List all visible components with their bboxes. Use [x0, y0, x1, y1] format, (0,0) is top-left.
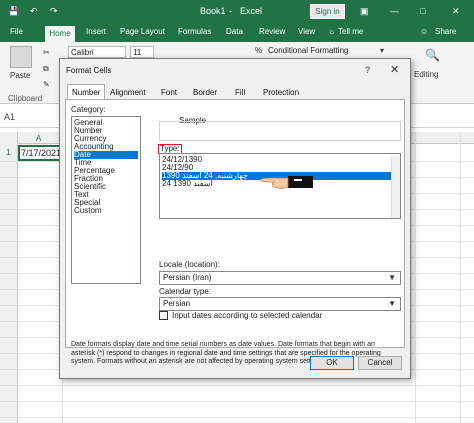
clipboard-group-label: Clipboard — [8, 94, 43, 103]
tab-fill[interactable]: Fill — [232, 86, 248, 99]
conditional-formatting-button[interactable]: Conditional Formatting — [266, 45, 376, 59]
font-name-box[interactable]: Calibri — [68, 46, 126, 58]
tab-file[interactable]: File — [10, 27, 23, 36]
search-icon[interactable]: 🔍 — [425, 48, 440, 62]
copy-icon[interactable]: ⧉ — [43, 64, 49, 74]
dropdown-arrow-icon[interactable]: ▾ — [380, 46, 384, 55]
calendar-type-value: Persian — [163, 299, 191, 308]
window-title-app: Excel — [240, 6, 263, 16]
paste-button[interactable]: Paste — [10, 71, 30, 80]
list-item[interactable]: 24/12/1390 — [162, 156, 399, 164]
sample-box — [159, 121, 401, 141]
dialog-close-icon[interactable]: ✕ — [390, 63, 399, 76]
tab-data[interactable]: Data — [226, 27, 243, 36]
format-painter-icon[interactable]: ✎ — [43, 80, 50, 89]
cut-icon[interactable]: ✂ — [43, 48, 50, 57]
cancel-button[interactable]: Cancel — [358, 356, 402, 370]
cuff-button-shape — [294, 179, 302, 181]
tab-formulas[interactable]: Formulas — [178, 27, 211, 36]
pointing-hand-icon — [259, 176, 313, 189]
minimize-icon[interactable]: — — [390, 6, 399, 16]
category-list[interactable]: General Number Currency Accounting Date … — [71, 116, 141, 284]
lightbulb-icon: ☼ — [328, 27, 336, 36]
input-dates-checkbox-label[interactable]: Input dates according to selected calend… — [172, 311, 322, 320]
row-header-bar — [0, 132, 18, 423]
help-button[interactable]: ? — [365, 65, 370, 75]
tab-insert[interactable]: Insert — [86, 27, 106, 36]
tab-review[interactable]: Review — [259, 27, 285, 36]
ok-button[interactable]: OK — [310, 356, 354, 370]
clipboard-icon[interactable] — [10, 46, 32, 68]
editing-button[interactable]: Editing — [414, 70, 438, 79]
sign-in-button[interactable]: Sign in — [310, 4, 345, 19]
window-title-separator: - — [229, 6, 232, 16]
share-button[interactable]: Share — [435, 27, 456, 36]
window-title-book: Book1 — [200, 6, 226, 16]
tab-border[interactable]: Border — [190, 86, 220, 99]
calendar-type-dropdown[interactable]: Persian ▼ — [159, 297, 401, 311]
category-label: Category: — [71, 105, 106, 114]
close-icon[interactable]: ✕ — [452, 6, 460, 17]
maximize-icon[interactable]: □ — [420, 6, 425, 16]
number-tab-panel: Category: General Number Currency Accoun… — [65, 99, 405, 365]
redo-icon[interactable]: ↷ — [50, 6, 58, 17]
column-header-a[interactable]: A — [36, 134, 41, 143]
scrollbar[interactable] — [391, 156, 400, 218]
tab-view[interactable]: View — [298, 27, 315, 36]
dialog-title: Format Cells — [66, 66, 112, 75]
list-item[interactable]: Custom — [74, 207, 138, 215]
hand-shape — [259, 177, 289, 189]
cell-a1[interactable]: 7/17/2021 — [18, 145, 62, 161]
locale-value: Persian (Iran) — [163, 273, 212, 282]
conditional-formatting-label: Conditional Formatting — [268, 46, 349, 55]
chevron-down-icon[interactable]: ▼ — [388, 272, 396, 284]
calendar-type-label: Calendar type: — [159, 287, 212, 296]
name-box[interactable]: A1 — [4, 112, 32, 126]
input-dates-checkbox[interactable] — [159, 311, 168, 320]
tab-alignment[interactable]: Alignment — [107, 86, 149, 99]
format-cells-dialog: Format Cells ? ✕ Number Alignment Font B… — [59, 58, 411, 379]
tab-page-layout[interactable]: Page Layout — [120, 27, 165, 36]
tab-font[interactable]: Font — [158, 86, 180, 99]
locale-label: Locale (location): — [159, 260, 220, 269]
locale-dropdown[interactable]: Persian (Iran) ▼ — [159, 271, 401, 285]
font-size-box[interactable]: 11 — [130, 46, 154, 58]
undo-icon[interactable]: ↶ — [30, 6, 38, 17]
tab-home[interactable]: Home — [45, 26, 75, 42]
tab-number[interactable]: Number — [67, 84, 106, 100]
tell-me-search[interactable]: Tell me — [338, 27, 363, 36]
chevron-down-icon[interactable]: ▼ — [388, 298, 396, 310]
tab-protection[interactable]: Protection — [260, 86, 302, 99]
percent-icon[interactable]: % — [255, 46, 262, 55]
ribbon-tab-bar: File Home Insert Page Layout Formulas Da… — [0, 24, 474, 42]
share-icon[interactable]: ☺ — [420, 27, 428, 36]
title-bar: 💾 ↶ ↷ Book1 - Excel Sign in ▣ — □ ✕ — [0, 0, 474, 24]
row-header-1[interactable]: 1 — [6, 148, 10, 157]
ribbon-display-icon[interactable]: ▣ — [360, 6, 369, 17]
sleeve-shape — [288, 176, 313, 188]
save-icon[interactable]: 💾 — [8, 6, 19, 17]
